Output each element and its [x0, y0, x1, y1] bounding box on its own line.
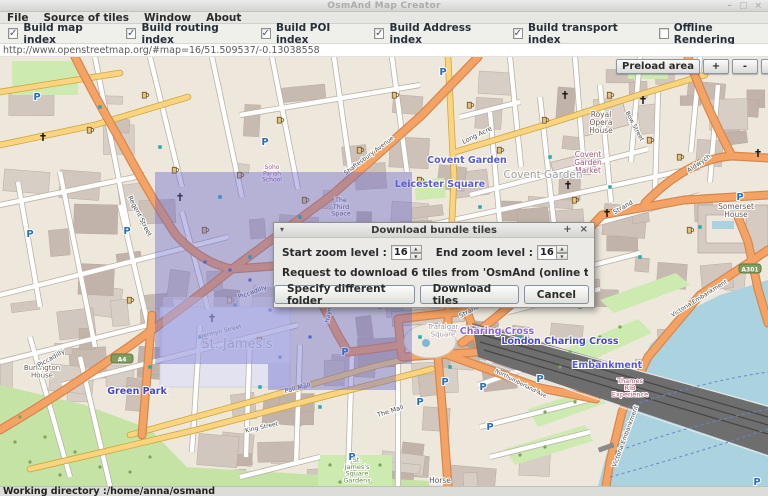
checkbox-label: Build map index: [23, 22, 110, 46]
checkbox-build-poi-index[interactable]: ✓ Build POI index: [261, 22, 359, 46]
checkbox-build-map-index[interactable]: ✓ Build map index: [8, 22, 110, 46]
checkbox-label: Build POI index: [276, 22, 358, 46]
end-zoom-label: End zoom level :: [436, 247, 533, 259]
checkbox-build-routing-index[interactable]: ✓ Build routing index: [126, 22, 244, 46]
metro-icon: [158, 145, 162, 149]
url-text[interactable]: http://www.openstreetmap.org/#map=16/51.…: [3, 45, 320, 56]
checked-checkbox-icon[interactable]: ✓: [8, 28, 18, 39]
specify-different-folder-button[interactable]: Specify different folder: [274, 285, 415, 304]
metro-icon: [608, 185, 612, 189]
download-request-message: Request to download 6 tiles from 'OsmAnd…: [282, 267, 588, 279]
svg-text:A301: A301: [741, 266, 758, 273]
dialog-title-bar[interactable]: ▾ Download bundle tiles + ×: [274, 223, 594, 238]
metro-icon: [698, 225, 702, 229]
map-label: London Charing Cross: [501, 336, 619, 347]
checked-checkbox-icon[interactable]: ✓: [126, 28, 136, 39]
cancel-button[interactable]: Cancel: [524, 285, 589, 304]
status-text: Working directory :/home/anna/osmand: [3, 486, 215, 496]
status-bar: Working directory :/home/anna/osmand: [0, 486, 768, 496]
start-zoom-label: Start zoom level :: [282, 247, 387, 259]
checkbox-label: Offline Rendering: [674, 22, 768, 46]
parking-icon: P: [416, 397, 423, 408]
preload-area-button[interactable]: Preload area: [616, 59, 700, 74]
zoom-out-button[interactable]: -: [732, 59, 758, 74]
start-zoom-spinner: 16 ▲ ▼: [391, 245, 422, 260]
parking-icon: P: [441, 377, 448, 388]
unchecked-checkbox-icon[interactable]: [659, 28, 669, 39]
metro-icon: [148, 365, 152, 369]
download-bundle-tiles-dialog: ▾ Download bundle tiles + × Start zoom l…: [273, 222, 595, 308]
checked-checkbox-icon[interactable]: ✓: [374, 28, 384, 39]
map-label: Green Park: [107, 386, 167, 397]
extra-map-button[interactable]: ·: [761, 59, 768, 74]
checkbox-label: Build routing index: [141, 22, 244, 46]
url-bar: http://www.openstreetmap.org/#map=16/51.…: [0, 44, 768, 57]
parking-icon: P: [439, 67, 446, 78]
metro-icon: [98, 105, 102, 109]
map-label: TrafalgarSquare: [427, 323, 459, 338]
checkbox-offline-rendering[interactable]: Offline Rendering: [659, 22, 768, 46]
metro-icon: [638, 255, 642, 259]
metro-icon: [478, 205, 482, 209]
dialog-title: Download bundle tiles: [274, 225, 594, 236]
checked-checkbox-icon[interactable]: ✓: [261, 28, 271, 39]
zoom-in-button[interactable]: +: [703, 59, 729, 74]
window-title: OsmAnd Map Creator: [0, 1, 768, 11]
map-label: Covent Garden: [427, 155, 507, 166]
end-zoom-up-icon[interactable]: ▲: [557, 245, 568, 253]
checked-checkbox-icon[interactable]: ✓: [513, 28, 523, 39]
end-zoom-input[interactable]: 16: [537, 245, 557, 260]
metro-icon: [418, 335, 422, 339]
parking-icon: P: [486, 422, 493, 433]
map-label: RoyalOperaHouse: [589, 110, 613, 135]
parking-icon: P: [479, 382, 486, 393]
shield-icon: A301: [739, 264, 761, 273]
end-zoom-down-icon[interactable]: ▼: [557, 253, 568, 261]
metro-icon: [548, 155, 552, 159]
parking-icon: P: [26, 229, 33, 240]
shield-icon: A4: [111, 354, 133, 363]
app-window: OsmAnd Map Creator – □ × FileSource of t…: [0, 0, 768, 496]
checkbox-label: Build transport index: [528, 22, 643, 46]
title-bar[interactable]: OsmAnd Map Creator – □ ×: [0, 0, 768, 12]
map-label: Covent Garden: [503, 169, 582, 181]
parking-icon: P: [536, 374, 543, 385]
parking-icon: P: [123, 226, 130, 237]
parking-icon: P: [261, 137, 268, 148]
download-tiles-button[interactable]: Download tiles: [420, 285, 519, 304]
parking-icon: P: [33, 92, 40, 103]
checkbox-build-address-index[interactable]: ✓ Build Address index: [374, 22, 497, 46]
map-label: Horse: [429, 476, 451, 485]
start-zoom-up-icon[interactable]: ▲: [411, 245, 422, 253]
dialog-close-icon[interactable]: ×: [580, 224, 588, 235]
end-zoom-spinner: 16 ▲ ▼: [537, 245, 568, 260]
minimize-icon[interactable]: –: [727, 1, 732, 11]
metro-icon: [448, 365, 452, 369]
start-zoom-down-icon[interactable]: ▼: [411, 253, 422, 261]
index-options-toolbar: ✓ Build map index ✓ Build routing index ✓ Bui…: [0, 24, 768, 44]
parking-icon: P: [753, 477, 760, 486]
metro-icon: [258, 385, 262, 389]
metro-icon: [318, 405, 322, 409]
map-label: Embankment: [572, 360, 643, 371]
close-icon[interactable]: ×: [754, 1, 762, 11]
start-zoom-input[interactable]: 16: [391, 245, 411, 260]
map-controls: Preload area + - ·: [616, 59, 768, 74]
maximize-icon[interactable]: □: [739, 1, 748, 11]
checkbox-build-transport-index[interactable]: ✓ Build transport index: [513, 22, 643, 46]
checkbox-label: Build Address index: [389, 22, 496, 46]
svg-text:A4: A4: [118, 356, 127, 363]
dialog-plus-icon[interactable]: +: [563, 224, 571, 235]
